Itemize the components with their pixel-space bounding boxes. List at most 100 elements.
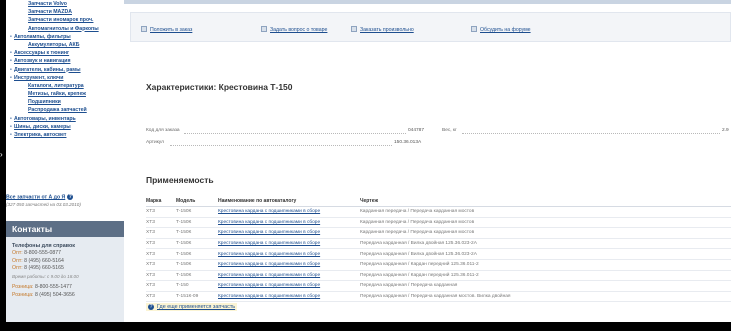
- sidebar-item-label[interactable]: Запчасти иномарок проч.: [28, 17, 93, 23]
- brand-cell: ХТЗ: [146, 248, 176, 260]
- part-name-link[interactable]: Крестовина кардана с подшипниками в сбор…: [218, 270, 360, 282]
- product-actions-bar: Положить в заказ Задать вопрос о товаре …: [130, 12, 731, 42]
- sidebar-item[interactable]: Запчасти иномарок проч.: [6, 16, 124, 24]
- brand-cell: ХТЗ: [146, 238, 176, 250]
- table-row: ХТЗ Т-150К Крестовина кардана с подшипника…: [146, 206, 731, 218]
- sidebar-item-label[interactable]: Автотовары, инвентарь: [14, 116, 76, 122]
- brand-cell: ХТЗ: [146, 291, 176, 303]
- applicability-heading: Применяемость: [146, 175, 214, 185]
- sidebar-item[interactable]: Запчасти MAZDA: [6, 8, 124, 16]
- sidebar-item-label[interactable]: Распродажа запчастей: [28, 107, 87, 113]
- contacts-title: Контакты: [6, 221, 124, 237]
- part-name-link[interactable]: Крестовина кардана с подшипниками в сбор…: [218, 238, 360, 250]
- model-cell: Т-150К: [176, 227, 218, 239]
- sidebar-item[interactable]: • Автозвук и навигация: [6, 57, 124, 65]
- part-name-link[interactable]: Крестовина кардана с подшипниками в сбор…: [218, 259, 360, 271]
- sidebar-item-label[interactable]: Аккумуляторы, АКБ: [28, 42, 79, 48]
- phones-title: Телефоны для справок: [12, 243, 75, 249]
- table-row: ХТЗ Т-150К Крестовина кардана с подшипника…: [146, 259, 731, 271]
- sidebar-item[interactable]: Автомагнитолы и Фаркопы: [6, 25, 124, 33]
- sidebar-item[interactable]: • Двигатели, кабины, рамы: [6, 66, 124, 74]
- sidebar-item[interactable]: • Инструмент, ключи: [6, 74, 124, 82]
- sidebar-item-label[interactable]: Автозвук и навигация: [14, 58, 70, 64]
- drawing-cell: Карданная передача / Передача карданная …: [360, 217, 731, 229]
- sidebar-item[interactable]: • Электрика, автосвет: [6, 131, 124, 139]
- more-applications-link[interactable]: ? Где еще применяется запчасть: [146, 303, 238, 311]
- applicability-table: Марка Модель Наименование по автокаталог…: [146, 195, 731, 303]
- sidebar-item[interactable]: Запчасти Volvo: [6, 0, 124, 8]
- drawing-cell: Передача карданная / Вилка двойная 125.3…: [360, 238, 731, 250]
- dotted-leader: [184, 133, 406, 134]
- model-cell: Т-151К-09: [176, 291, 218, 303]
- web-page: Запчасти Volvo Запчасти MAZDA Запчасти ино…: [6, 0, 731, 322]
- sidebar-item[interactable]: • Аксессуары к тюнинг: [6, 49, 124, 57]
- sidebar-item-label[interactable]: Каталоги, литература: [28, 83, 84, 89]
- sidebar-item[interactable]: Метизы, гайки, крепеж: [6, 90, 124, 98]
- article-value: 150.36.013А: [394, 140, 422, 145]
- table-row: ХТЗ Т-150К Крестовина кардана с подшипника…: [146, 227, 731, 239]
- help-icon[interactable]: ?: [67, 194, 74, 200]
- sidebar-nav: Запчасти Volvo Запчасти MAZDA Запчасти ино…: [6, 0, 124, 139]
- drawing-cell: Передача карданная / Передача карданная …: [360, 291, 731, 303]
- sidebar-item-label[interactable]: Подшипники: [28, 99, 61, 105]
- contacts-panel: Контакты Телефоны для справок Опт: 8-800…: [6, 221, 124, 322]
- dotted-leader: [170, 145, 392, 146]
- sidebar-item[interactable]: • Автолампы, фильтры: [6, 33, 124, 41]
- screenshot-page: › Запчасти Volvo Запчасти MAZDA Запчасти и…: [0, 0, 731, 331]
- sidebar-item-label[interactable]: Автомагнитолы и Фаркопы: [28, 26, 99, 32]
- sidebar-item[interactable]: • Шины, диски, камеры: [6, 123, 124, 131]
- sidebar-item-label[interactable]: Автолампы, фильтры: [14, 34, 71, 40]
- phone-label: Опт:: [12, 257, 23, 264]
- sidebar-item-label[interactable]: Шины, диски, камеры: [14, 124, 71, 130]
- sidebar-item-label[interactable]: Запчасти Volvo: [28, 1, 67, 7]
- drawing-cell: Передача карданная / Кардан передний 125…: [360, 270, 731, 282]
- sidebar-item[interactable]: Распродажа запчастей: [6, 106, 124, 114]
- sidebar-item[interactable]: Каталоги, литература: [6, 82, 124, 90]
- phone-line: Опт: 8-800-555-0877: [12, 250, 124, 258]
- custom-order-button[interactable]: Заказать произвольно: [351, 26, 414, 33]
- brand-cell: ХТЗ: [146, 206, 176, 218]
- part-name-link[interactable]: Крестовина кардана с подшипниками в сбор…: [218, 227, 360, 239]
- characteristics-heading: Характеристики: Крестовина Т-150: [146, 82, 293, 92]
- sidebar-item[interactable]: Аккумуляторы, АКБ: [6, 41, 124, 49]
- part-name-link[interactable]: Крестовина кардана с подшипниками в сбор…: [218, 217, 360, 229]
- parts-count-note: (327 050 запчастей на 03.03.2010): [6, 202, 81, 208]
- sidebar-item[interactable]: • Автотовары, инвентарь: [6, 115, 124, 123]
- sidebar-item-label[interactable]: Электрика, автосвет: [14, 132, 66, 138]
- drawing-cell: Передача карданная / Кардан передний 125…: [360, 259, 731, 271]
- all-parts-link[interactable]: Все запчасти от А до Я?: [6, 194, 124, 200]
- phone-line: Время работы: с 9.00 до 18.00: [12, 273, 124, 281]
- table-row: ХТЗ Т-150К Крестовина кардана с подшипника…: [146, 217, 731, 229]
- retail-label: Розница:: [12, 291, 34, 298]
- sidebar-item-label[interactable]: Аксессуары к тюнинг: [14, 50, 69, 56]
- article-label: Артикул: [146, 140, 164, 145]
- part-name-link[interactable]: Крестовина кардана с подшипниками в сбор…: [218, 291, 360, 303]
- all-parts-link-label[interactable]: Все запчасти от А до Я: [6, 194, 65, 200]
- table-row: ХТЗ Т-150 Крестовина кардана с подшипникам…: [146, 280, 731, 292]
- add-to-order-button[interactable]: Положить в заказ: [141, 26, 192, 33]
- spec-row-code: Код для заказа: [146, 128, 180, 136]
- sidebar-item-label[interactable]: Инструмент, ключи: [14, 75, 63, 81]
- sidebar-item-label[interactable]: Двигатели, кабины, рамы: [14, 67, 81, 73]
- column-header: Чертеж: [360, 195, 731, 207]
- part-name-link[interactable]: Крестовина кардана с подшипниками в сбор…: [218, 248, 360, 260]
- model-cell: Т-150К: [176, 206, 218, 218]
- discuss-forum-button[interactable]: Обсудить на форуме: [471, 26, 531, 33]
- ask-question-button[interactable]: Задать вопрос о товаре: [261, 26, 327, 33]
- phone-line: Опт: 8 (495) 660-5164: [12, 258, 124, 266]
- sidebar-item-label[interactable]: Запчасти MAZDA: [28, 9, 72, 15]
- retail-value: 8-800-555-1477: [34, 284, 72, 290]
- sidebar-item-label[interactable]: Метизы, гайки, крепеж: [28, 91, 86, 97]
- sidebar: Запчасти Volvo Запчасти MAZDA Запчасти ино…: [6, 0, 124, 322]
- sidebar-item[interactable]: Подшипники: [6, 98, 124, 106]
- phone-label: Опт:: [12, 250, 23, 256]
- part-name-link[interactable]: Крестовина кардана с подшипниками в сбор…: [218, 280, 360, 292]
- model-cell: Т-150К: [176, 238, 218, 250]
- phone-line: Опт: 8 (495) 660-5165: [12, 265, 124, 273]
- part-name-link[interactable]: Крестовина кардана с подшипниками в сбор…: [218, 206, 360, 218]
- phone-value: Время работы: с 9.00 до 18.00: [12, 273, 79, 279]
- retail-phone-line: Розница: 8-800-555-1477: [12, 284, 124, 292]
- phone-value: 8 (495) 660-5164: [24, 257, 64, 264]
- order-icon: [351, 26, 357, 32]
- weight-label: Вес, кг: [442, 128, 457, 133]
